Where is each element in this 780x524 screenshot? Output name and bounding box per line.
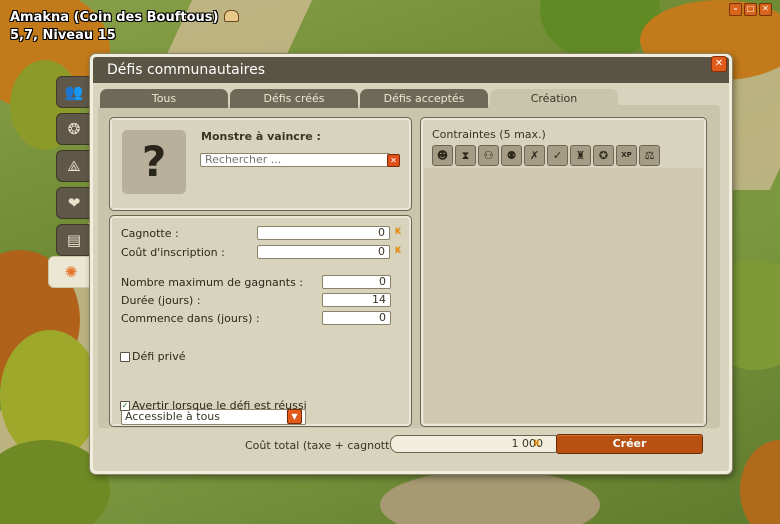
guild-icon: ❂ [67, 120, 81, 138]
constraints-panel: Contraintes (5 max.) ☻ ⧗ ⚇ ⚉ ✗ ✓ ♜ ✪ XP … [420, 117, 707, 427]
side-tab-group[interactable]: 👥 [56, 76, 92, 108]
total-cost-label: Coût total (taxe + cagnotte) [245, 439, 401, 452]
location-coords-level: 5,7, Niveau 15 [10, 28, 116, 43]
kama-icon: ₭ [395, 227, 402, 237]
helmet-icon[interactable]: ♜ [570, 145, 591, 166]
monster-title: Monstre à vaincre : [201, 130, 321, 143]
tab-creation[interactable]: Création [490, 89, 618, 109]
fee-input[interactable]: 0 [257, 245, 390, 259]
pot-input[interactable]: 0 [257, 226, 390, 240]
bouftou-hat-icon [224, 10, 240, 22]
heart-icon: ❤ [67, 194, 81, 212]
xp-icon[interactable]: XP [616, 145, 637, 166]
side-tab-guild[interactable]: ❂ [56, 113, 92, 145]
side-tab-challenges[interactable]: ✺ [48, 256, 94, 288]
unknown-monster-icon[interactable]: ? [122, 130, 186, 194]
kama-icon: ₭ [395, 246, 402, 256]
window-titlebar[interactable]: Défis communautaires ✕ [93, 56, 729, 83]
mask-icon[interactable]: ☻ [432, 145, 453, 166]
class-check-icon[interactable]: ✓ [547, 145, 568, 166]
location-name: Amakna (Coin des Bouftous) [10, 10, 219, 25]
party-size-icon[interactable]: ⚉ [501, 145, 522, 166]
side-tab-alliance[interactable]: ⟁ [56, 150, 92, 182]
private-checkbox[interactable] [120, 352, 130, 362]
create-button[interactable]: Créer [556, 434, 703, 454]
no-class-icon[interactable]: ✗ [524, 145, 545, 166]
tab-accepted[interactable]: Défis acceptés [360, 89, 488, 108]
starts-input[interactable]: 0 [322, 311, 391, 325]
monster-search-input[interactable] [200, 153, 390, 167]
clear-search-icon[interactable]: ✕ [387, 154, 400, 167]
close-game-icon[interactable]: ✕ [759, 3, 772, 16]
side-tab-bar: 👥 ❂ ⟁ ❤ ▤ ✺ [48, 76, 94, 288]
maximize-icon[interactable]: □ [744, 3, 757, 16]
duration-input[interactable]: 14 [322, 293, 391, 307]
notify-label: Avertir lorsque le défi est réussi [132, 399, 307, 412]
side-tab-friends[interactable]: ❤ [56, 187, 92, 219]
minimize-icon[interactable]: – [729, 3, 742, 16]
close-icon[interactable]: ✕ [711, 56, 727, 72]
fee-label: Coût d'inscription : [121, 246, 225, 259]
side-tab-directory[interactable]: ▤ [56, 224, 92, 256]
starts-label: Commence dans (jours) : [121, 312, 260, 325]
kama-icon: ₭ [534, 439, 541, 449]
duration-label: Durée (jours) : [121, 294, 201, 307]
game-window-controls: – □ ✕ [729, 3, 772, 16]
max-winners-input[interactable]: 0 [322, 275, 391, 289]
constraints-icon-list: ☻ ⧗ ⚇ ⚉ ✗ ✓ ♜ ✪ XP ⚖ [432, 145, 660, 166]
map-location: Amakna (Coin des Bouftous) 5,7, Niveau 1… [10, 9, 240, 45]
book-icon: ▤ [66, 231, 82, 249]
constraints-list-area [424, 168, 703, 423]
hourglass-icon[interactable]: ⧗ [455, 145, 476, 166]
private-label: Défi privé [132, 350, 186, 363]
constraints-title: Contraintes (5 max.) [432, 128, 546, 141]
monster-panel: ? Monstre à vaincre : ✕ [109, 117, 412, 211]
tab-bar: Tous Défis créés Défis acceptés Création [100, 89, 720, 109]
pot-label: Cagnotte : [121, 227, 179, 240]
tab-created[interactable]: Défis créés [230, 89, 358, 108]
community-challenges-window: Défis communautaires ✕ Tous Défis créés … [90, 54, 732, 474]
window-title: Défis communautaires [107, 62, 266, 78]
tab-all[interactable]: Tous [100, 89, 228, 108]
max-winners-label: Nombre maximum de gagnants : [121, 276, 304, 289]
notify-checkbox[interactable]: ✓ [120, 401, 130, 411]
level-icon[interactable]: ⚖ [639, 145, 660, 166]
alliance-icon: ⟁ [67, 157, 81, 175]
challenge-settings-panel: Cagnotte : 0 ₭ Coût d'inscription : 0 ₭ … [109, 215, 412, 427]
group-icon: 👥 [64, 83, 84, 101]
party-icon[interactable]: ⚇ [478, 145, 499, 166]
challenge-icon: ✺ [64, 263, 78, 281]
medal-icon[interactable]: ✪ [593, 145, 614, 166]
